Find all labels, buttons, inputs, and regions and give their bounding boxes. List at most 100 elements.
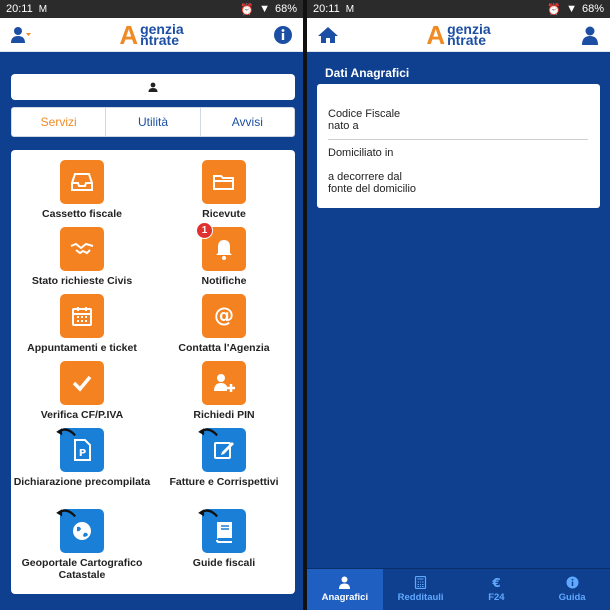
euro-icon: € — [491, 576, 500, 589]
tab-utilita[interactable]: Utilità — [106, 108, 201, 136]
agenzia-entrate-logo: A genzia ntrate — [119, 22, 183, 48]
app-header: A genzia ntrate — [0, 18, 303, 52]
service-label: Dichiarazione precompilata — [13, 476, 151, 488]
info-icon — [566, 576, 579, 589]
external-link-icon — [56, 428, 76, 437]
wifi-icon: ▼ — [566, 3, 577, 15]
service-dichiarazione[interactable]: P Dichiarazione precompilata — [11, 428, 153, 488]
nav-f24[interactable]: € F24 — [459, 569, 535, 610]
tile — [56, 509, 104, 553]
service-label: Ricevute — [202, 208, 246, 220]
inbox-tray-icon — [71, 173, 93, 191]
tile — [202, 361, 246, 405]
service-label: Notifiche — [201, 275, 247, 287]
service-label: Contatta l'Agenzia — [178, 342, 270, 354]
agenzia-entrate-logo: A genzia ntrate — [426, 22, 490, 48]
service-guide-fiscali[interactable]: Guide fiscali — [153, 509, 295, 569]
checkmark-icon — [72, 375, 92, 392]
service-ricevute[interactable]: Ricevute — [153, 160, 295, 220]
battery-level: 68% — [274, 3, 297, 15]
nav-anagrafici[interactable]: Anagrafici — [307, 569, 383, 610]
nav-label: Anagrafici — [321, 592, 369, 603]
right-screen: 20:11 M ⏰ ▼ 68% A genzia ntrate Dati Ana… — [307, 0, 610, 610]
app-header: A genzia ntrate — [307, 18, 610, 52]
tab-avvisi[interactable]: Avvisi — [201, 108, 294, 136]
external-link-icon — [198, 428, 218, 437]
service-cassetto-fiscale[interactable]: Cassetto fiscale — [11, 160, 153, 220]
alarm-icon: ⏰ — [240, 3, 255, 16]
user-icon — [148, 82, 158, 92]
nav-redditauli[interactable]: Redditauli — [383, 569, 459, 610]
logo-letter: A — [426, 19, 446, 50]
service-richiedi-pin[interactable]: Richiedi PIN — [153, 361, 295, 421]
service-contatta[interactable]: @ Contatta l'Agenzia — [153, 294, 295, 354]
notification-badge: 1 — [196, 222, 213, 239]
calculator-icon — [415, 576, 427, 589]
decorrere-label: a decorrere dal — [328, 171, 402, 183]
service-appuntamenti[interactable]: Appuntamenti e ticket — [11, 294, 153, 354]
service-label: Guide fiscali — [192, 557, 256, 569]
tile — [60, 227, 104, 271]
tile: P — [56, 428, 104, 472]
service-stato-richieste[interactable]: Stato richieste Civis — [11, 227, 153, 287]
status-bar: 20:11 M ⏰ ▼ 68% — [0, 0, 303, 18]
status-time: 20:11 — [6, 3, 33, 15]
alarm-icon: ⏰ — [547, 3, 562, 16]
service-verifica-cf[interactable]: Verifica CF/P.IVA — [11, 361, 153, 421]
wifi-icon: ▼ — [259, 3, 270, 15]
tile — [60, 361, 104, 405]
tile — [60, 294, 104, 338]
user-field[interactable] — [11, 74, 295, 100]
battery-level: 68% — [581, 3, 604, 15]
gmail-icon: M — [345, 3, 355, 15]
user-icon[interactable] — [580, 25, 600, 45]
info-icon[interactable] — [273, 25, 293, 45]
nav-label: Redditauli — [397, 592, 444, 603]
svg-text:P: P — [79, 448, 86, 459]
external-link-icon — [56, 509, 76, 518]
service-label: Fatture e Corrispettivi — [169, 476, 279, 488]
service-label: Stato richieste Civis — [31, 275, 133, 287]
services-grid: Cassetto fiscale Ricevute Stato richiest… — [11, 150, 295, 594]
tab-servizi[interactable]: Servizi — [12, 108, 107, 136]
service-notifiche[interactable]: 1 Notifiche — [153, 222, 295, 287]
codice-fiscale-label: Codice Fiscale — [328, 108, 401, 120]
home-icon[interactable] — [317, 26, 339, 44]
domiciliato-label: Domiciliato in — [328, 147, 394, 159]
tile — [198, 428, 246, 472]
service-fatture[interactable]: Fatture e Corrispettivi — [153, 428, 295, 488]
user-add-icon — [214, 374, 235, 392]
service-label: Richiedi PIN — [193, 409, 255, 421]
service-label: Geoportale Cartografico Catastale — [21, 557, 143, 581]
tile: @ — [202, 294, 246, 338]
logo-line2: ntrate — [140, 31, 179, 48]
gmail-icon: M — [38, 3, 48, 15]
tile — [202, 160, 246, 204]
bell-icon — [216, 240, 232, 260]
tab-bar: Servizi Utilità Avvisi — [11, 107, 295, 137]
divider — [328, 139, 588, 140]
nav-guida[interactable]: Guida — [534, 569, 610, 610]
folder-icon — [213, 175, 234, 190]
status-bar: 20:11 M ⏰ ▼ 68% — [307, 0, 610, 18]
tile — [60, 160, 104, 204]
service-label: Cassetto fiscale — [42, 208, 122, 220]
service-label: Verifica CF/P.IVA — [40, 409, 124, 421]
nav-label: Guida — [558, 592, 586, 603]
nato-a-label: nato a — [328, 120, 359, 132]
tile: 1 — [196, 222, 246, 271]
external-link-icon — [198, 509, 218, 518]
section-title: Dati Anagrafici — [325, 66, 410, 80]
svg-text:@: @ — [214, 303, 234, 327]
handshake-icon — [70, 242, 94, 255]
status-time: 20:11 — [313, 3, 340, 15]
anagrafici-card: Codice Fiscale nato a Domiciliato in a d… — [317, 84, 600, 208]
left-screen: 20:11 M ⏰ ▼ 68% A genzia ntrate Servizi … — [0, 0, 303, 610]
bottom-navigation: Anagrafici Redditauli € F24 Guida — [307, 568, 610, 610]
tile — [198, 509, 246, 553]
service-geoportale[interactable]: Geoportale Cartografico Catastale — [11, 509, 153, 581]
user-menu-icon[interactable] — [10, 26, 32, 44]
service-label: Appuntamenti e ticket — [27, 342, 137, 354]
at-sign-icon: @ — [214, 303, 234, 327]
logo-letter: A — [119, 19, 139, 50]
